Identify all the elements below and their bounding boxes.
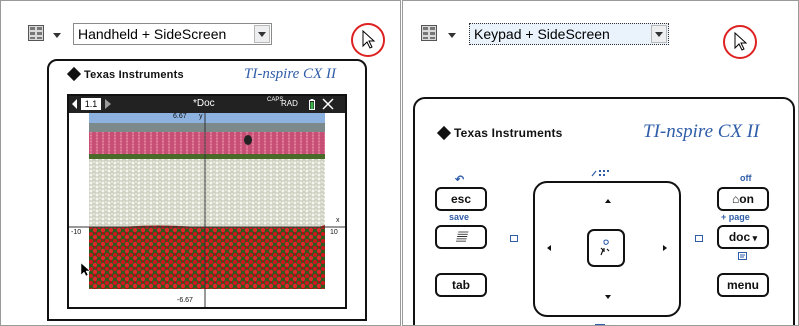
page-layout-icon[interactable] [28,25,44,41]
graph-axes [69,113,345,307]
left-side-icon [510,235,518,242]
x-axis-title: x [336,217,340,224]
view-mode-select[interactable]: Handheld + SideScreen [73,23,272,45]
touchpad-click-button[interactable] [587,229,625,267]
menu-key[interactable]: menu [717,273,769,297]
context-menu-icon [738,252,747,260]
doc-key[interactable]: doc ▾ [717,225,769,249]
off-label: off [740,173,752,183]
layout-menu-caret-icon[interactable] [53,33,61,38]
graph-area[interactable]: 6.67 y -10 10 x -6.67 [69,113,345,307]
save-label: save [449,212,470,222]
mouse-pointer-icon [734,32,748,51]
touchpad[interactable] [533,181,681,317]
ti-logo-icon [66,66,82,82]
y-axis-min-label: -6.67 [177,297,193,304]
select-dropdown-arrow-icon[interactable] [254,25,270,43]
undo-label: ↶ [455,174,465,186]
right-panel: Keypad + SideScreen Texas Instruments TI… [402,0,799,326]
model-name: TI-nspire CX II [643,121,760,142]
previous-page-arrow-icon[interactable] [72,99,78,109]
scratchpad-key[interactable]: 𝄚 [435,225,487,249]
ti-logo: Texas Instruments [436,125,563,141]
model-name: TI-nspire CX II [244,66,336,82]
document-title: *Doc [193,98,215,109]
add-page-label: + page [721,212,750,222]
view-mode-select[interactable]: Keypad + SideScreen [469,23,669,45]
tab-key[interactable]: tab [435,273,487,297]
touchpad-left-arrow-icon[interactable] [547,245,551,251]
view-mode-select-value: Handheld + SideScreen [78,26,227,42]
esc-key[interactable]: esc [435,187,487,211]
layout-menu-caret-icon[interactable] [448,33,456,38]
x-axis-max-label: 10 [330,229,338,236]
handheld-screen[interactable]: 1.1 *Doc CAPS RAD 6.67 y -10 10 x -6.67 [67,94,347,309]
x-axis-min-label: -10 [71,229,82,236]
home-on-key[interactable]: ⌂on [717,187,769,211]
right-side-icon [695,235,703,242]
mouse-pointer-icon [362,30,376,49]
page-layout-icon[interactable] [421,25,437,41]
screen-pointer-icon [81,263,90,277]
ti-logo-icon [436,125,452,141]
keypad-device: Texas Instruments TI-nspire CX II ↶ esc … [413,97,795,325]
next-page-arrow-icon[interactable] [105,99,111,109]
angle-mode-status: RAD [281,99,298,108]
ti-logo: Texas Instruments [66,66,184,82]
handheld-device: Texas Instruments TI-nspire CX II 1.1 *D… [47,59,367,321]
grab-cursor-icon [600,239,610,256]
touchpad-up-arrow-icon[interactable] [605,199,611,203]
view-mode-select-value: Keypad + SideScreen [474,26,610,42]
left-panel: Handheld + SideScreen Texas Instruments … [0,0,401,326]
close-icon[interactable] [322,98,334,110]
screen-status-bar: 1.1 *Doc CAPS RAD [69,96,345,113]
touchpad-down-arrow-icon[interactable] [605,295,611,299]
doc-caret-icon: ▾ [750,233,758,243]
touchpad-right-arrow-icon[interactable] [663,245,667,251]
battery-icon [309,99,315,110]
select-dropdown-arrow-icon[interactable] [651,25,667,43]
y-axis-max-label: 6.67 [173,113,187,120]
catalog-shortcut-icon [591,170,609,177]
page-tab[interactable]: 1.1 [81,98,101,110]
y-axis-title: y [199,113,203,120]
